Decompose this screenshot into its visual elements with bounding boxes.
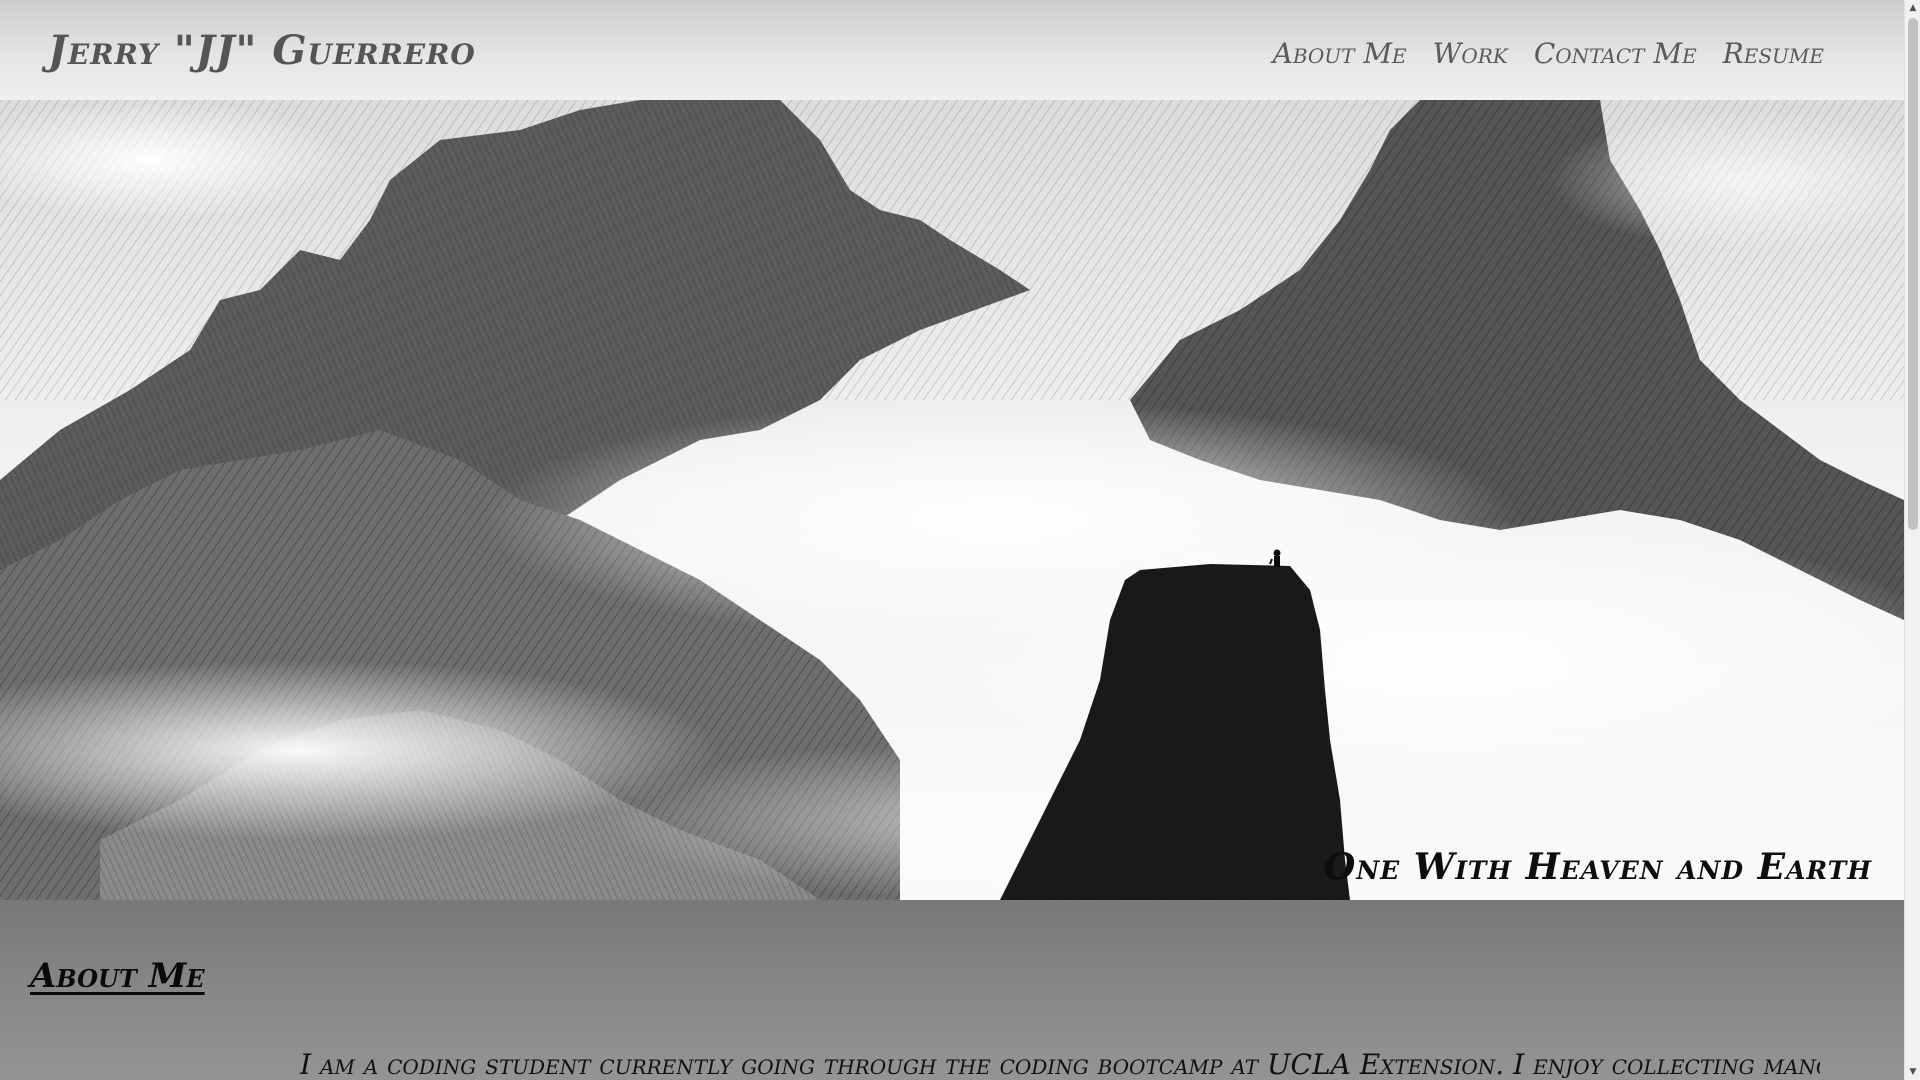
nav-resume-link[interactable]: Resume <box>1723 37 1824 70</box>
scrollbar-thumb[interactable] <box>1908 18 1918 530</box>
about-section: About Me I am a coding student currently… <box>0 900 1904 1080</box>
scroll-down-icon[interactable]: ▼ <box>1905 1064 1920 1080</box>
hero-banner: One With Heaven and Earth <box>0 100 1904 900</box>
main-nav: About Me Work Contact Me Resume <box>1273 31 1824 70</box>
mountain-landscape-image <box>0 100 1904 900</box>
nav-contact-me-link[interactable]: Contact Me <box>1534 37 1697 70</box>
about-paragraph: I am a coding student currently going th… <box>300 1048 1820 1080</box>
site-header: Jerry "JJ" Guerrero About Me Work Contac… <box>0 0 1904 100</box>
about-heading: About Me <box>30 956 205 996</box>
scroll-up-icon[interactable]: ▲ <box>1905 0 1920 16</box>
nav-about-me-link[interactable]: About Me <box>1273 37 1407 70</box>
site-title[interactable]: Jerry "JJ" Guerrero <box>48 27 476 74</box>
hero-caption: One With Heaven and Earth <box>1323 846 1872 888</box>
page: Jerry "JJ" Guerrero About Me Work Contac… <box>0 0 1920 1080</box>
vertical-scrollbar[interactable]: ▲ ▼ <box>1904 0 1920 1080</box>
nav-work-link[interactable]: Work <box>1433 37 1508 70</box>
